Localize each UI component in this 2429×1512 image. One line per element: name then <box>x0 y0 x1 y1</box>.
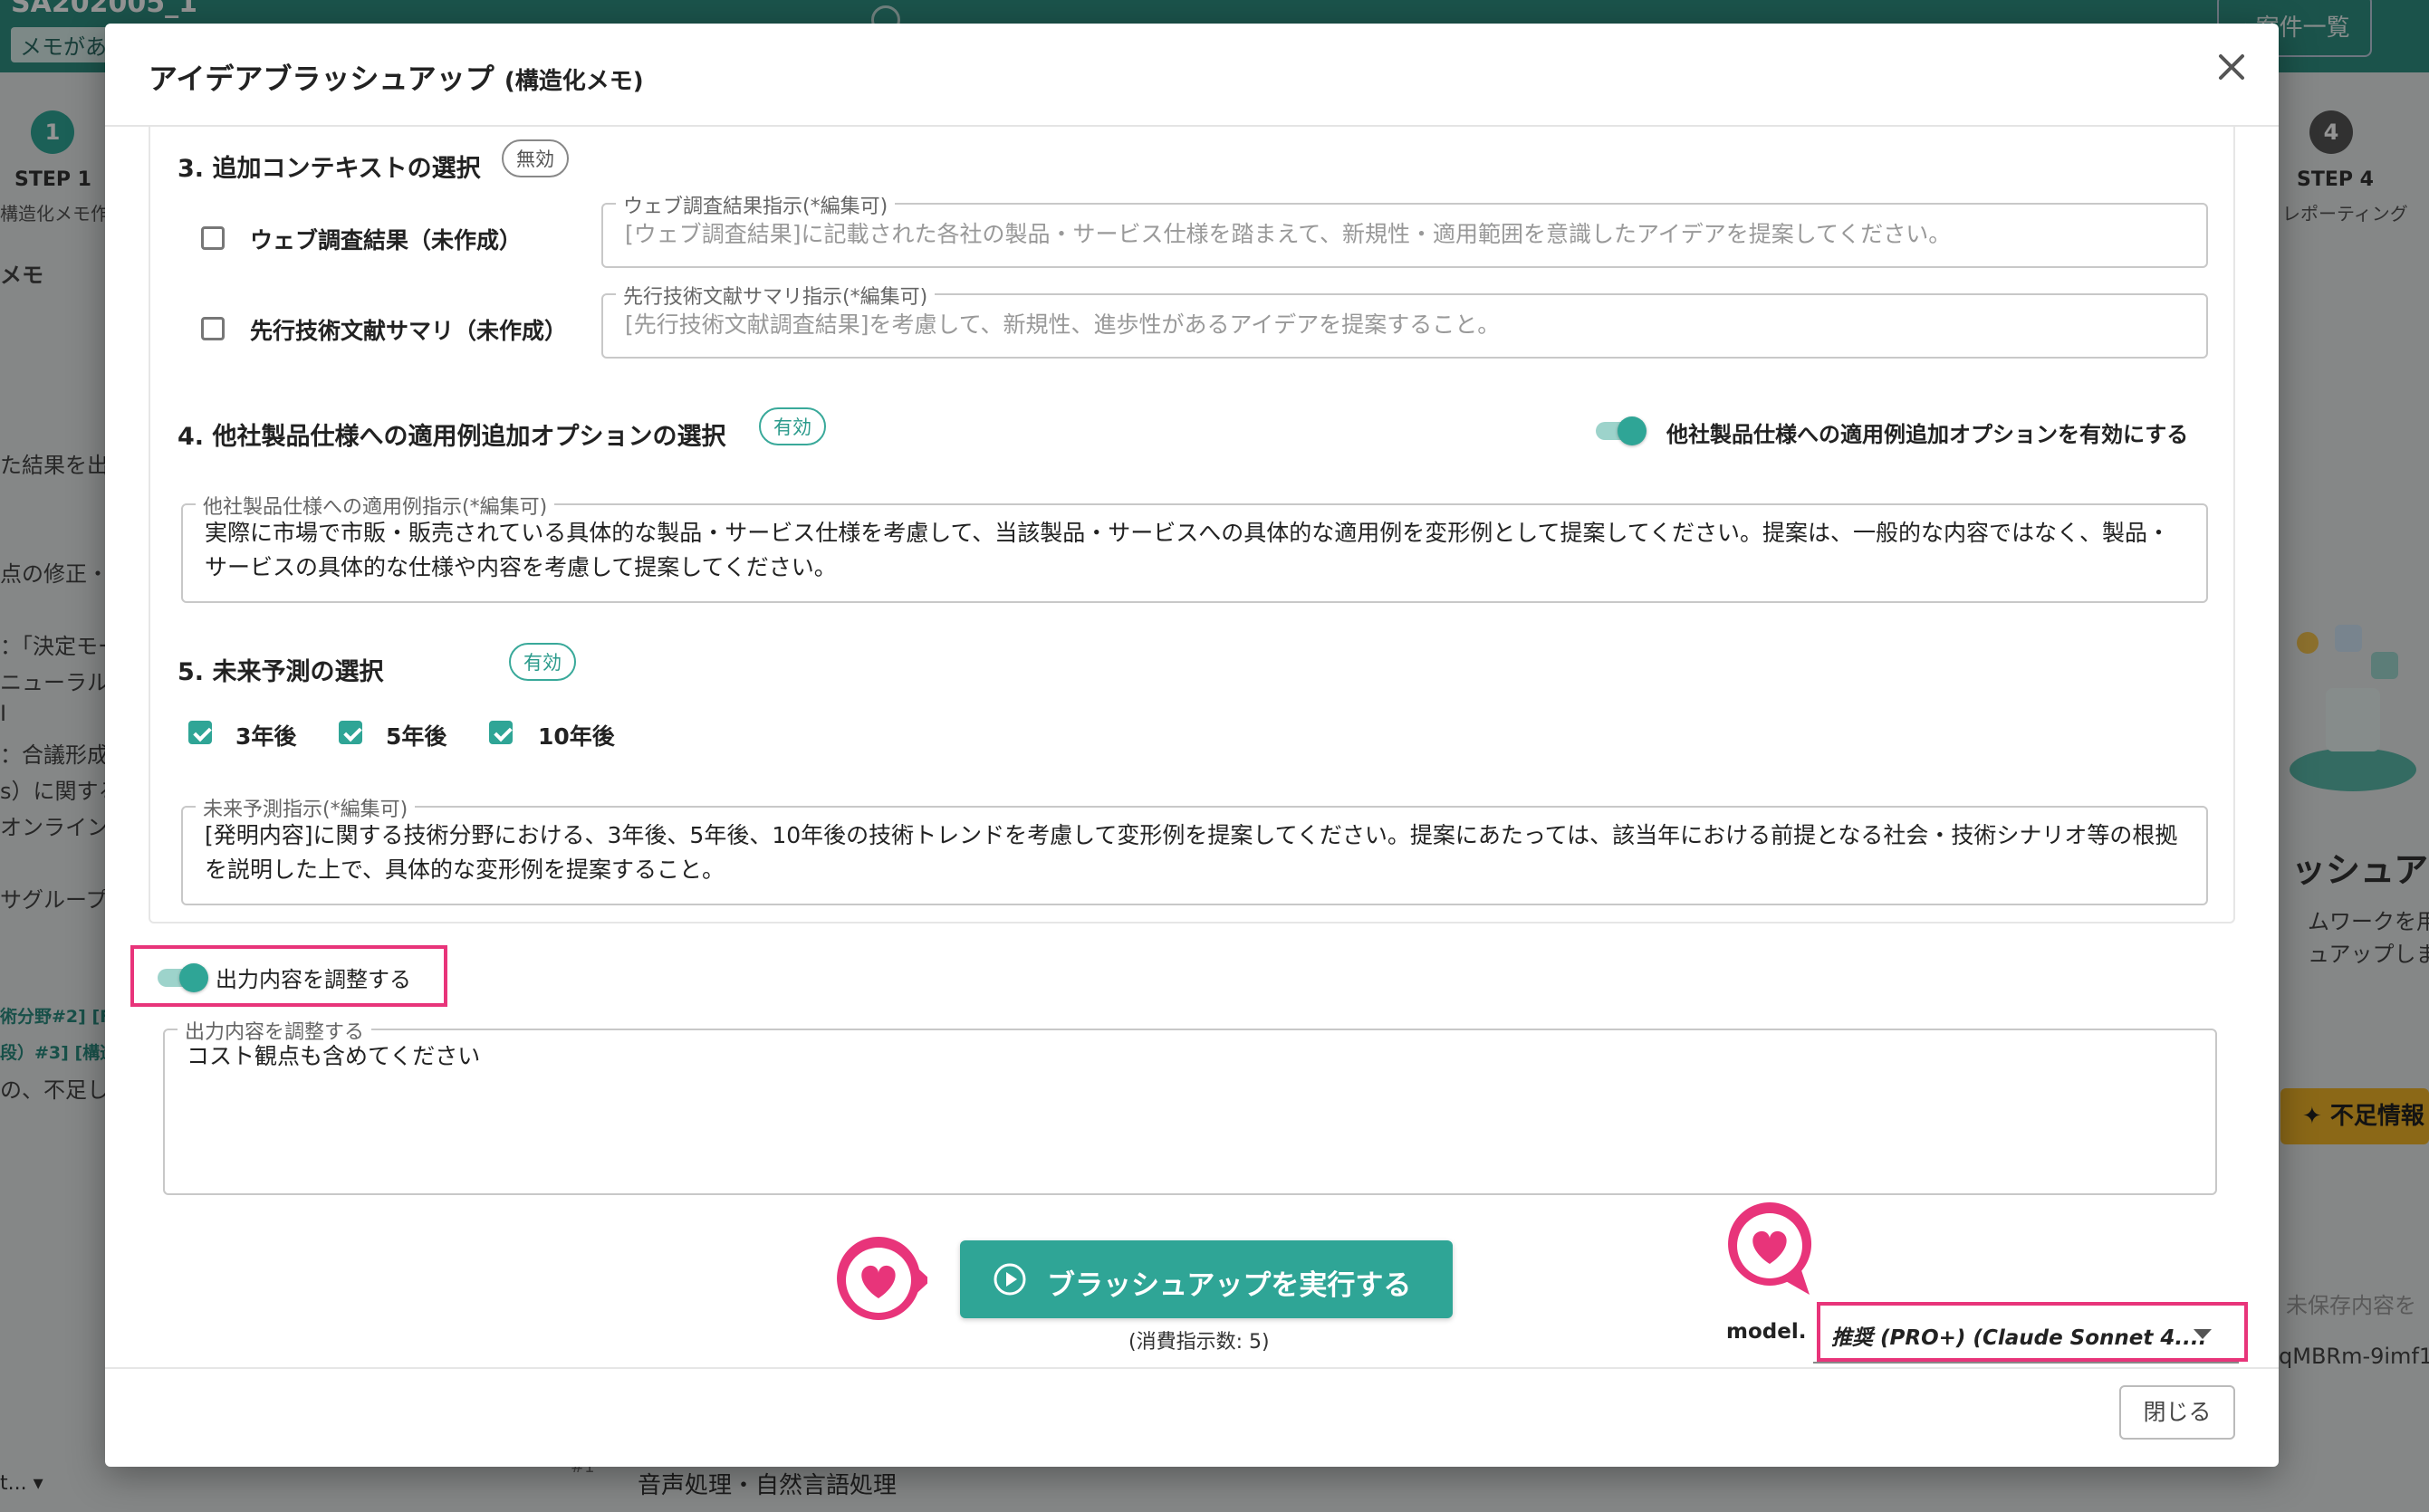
play-circle-icon <box>994 1263 1026 1296</box>
forecast-5y-checkbox[interactable] <box>339 721 362 744</box>
toggle-knob <box>179 963 208 992</box>
heart-pin-icon <box>837 1237 927 1320</box>
run-brushup-label: ブラッシュアップを実行する <box>1047 1269 1412 1302</box>
forecast-5y-label: 5年後 <box>386 723 447 750</box>
modal-header: アイデアブラッシュアップ (構造化メモ) <box>105 24 2279 127</box>
prior-art-instruction-legend: 先行技術文献サマリ指示(*編集可) <box>616 281 936 310</box>
modal-title: アイデアブラッシュアップ (構造化メモ) <box>149 56 644 98</box>
run-brushup-button[interactable]: ブラッシュアップを実行する <box>960 1240 1453 1318</box>
section5-status-badge: 有効 <box>509 643 576 681</box>
prior-art-instruction-placeholder: [先行技術文献調査結果]を考慮して、新規性、進歩性があるアイデアを提案すること。 <box>625 311 1501 338</box>
prior-art-checkbox[interactable] <box>201 317 225 340</box>
competitor-application-toggle-label: 他社製品仕様への適用例追加オプションを有効にする <box>1666 422 2189 447</box>
toggle-knob <box>1618 416 1647 445</box>
close-icon[interactable] <box>2213 49 2250 85</box>
competitor-application-toggle[interactable] <box>1592 415 1647 445</box>
web-results-checkbox[interactable] <box>201 226 225 250</box>
section4-title: 4. 他社製品仕様への適用例追加オプションの選択 <box>178 423 726 451</box>
chevron-down-icon <box>2194 1329 2212 1339</box>
prior-art-instruction-field[interactable]: 先行技術文献サマリ指示(*編集可) [先行技術文献調査結果]を考慮して、新規性、… <box>601 281 2208 359</box>
section3-title: 3. 追加コンテキストの選択 <box>178 155 481 183</box>
forecast-instruction-text: [発明内容]に関する技術分野における、3年後、5年後、10年後の技術トレンドを考… <box>205 822 2178 883</box>
web-instruction-placeholder: [ウェブ調査結果]に記載された各社の製品・サービス仕様を踏まえて、新規性・適用範… <box>625 221 1952 247</box>
model-select-value: 推奨 (PRO+) (Claude Sonnet 4.... <box>1831 1326 2207 1350</box>
web-instruction-legend: ウェブ調査結果指示(*編集可) <box>616 190 896 219</box>
web-results-label: ウェブ調査結果（未作成） <box>250 227 523 254</box>
consume-count: (消費指示数: 5) <box>1128 1331 1270 1354</box>
adjust-output-value: コスト観点も含めてください <box>187 1043 481 1069</box>
adjust-output-toggle[interactable] <box>154 962 208 992</box>
close-button[interactable]: 閉じる <box>2119 1385 2235 1440</box>
section5-title: 5. 未来予測の選択 <box>178 658 384 686</box>
heart-pin-icon <box>1728 1202 1812 1295</box>
forecast-instruction-field[interactable]: 未来予測指示(*編集可) [発明内容]に関する技術分野における、3年後、5年後、… <box>181 793 2208 905</box>
competitor-application-text: 実際に市場で市販・販売されている具体的な製品・サービス仕様を考慮して、当該製品・… <box>205 520 2171 580</box>
forecast-3y-checkbox[interactable] <box>188 721 212 744</box>
options-panel: 3. 追加コンテキストの選択 無効 ウェブ調査結果（未作成） ウェブ調査結果指示… <box>149 127 2235 923</box>
adjust-output-toggle-label: 出力内容を調整する <box>216 967 411 992</box>
model-select[interactable]: 推奨 (PRO+) (Claude Sonnet 4.... <box>1813 1307 2239 1364</box>
brushup-modal: アイデアブラッシュアップ (構造化メモ) 3. 追加コンテキストの選択 無効 ウ… <box>105 24 2279 1467</box>
modal-title-main: アイデアブラッシュアップ <box>149 62 494 96</box>
section3-status-badge: 無効 <box>502 139 569 177</box>
forecast-3y-label: 3年後 <box>235 723 297 750</box>
modal-title-suffix: (構造化メモ) <box>504 68 644 95</box>
web-instruction-field[interactable]: ウェブ調査結果指示(*編集可) [ウェブ調査結果]に記載された各社の製品・サービ… <box>601 190 2208 268</box>
model-label: model. <box>1726 1320 1807 1344</box>
footer-divider <box>105 1367 2279 1369</box>
prior-art-label: 先行技術文献サマリ（未作成） <box>250 318 568 344</box>
adjust-output-textarea[interactable]: 出力内容を調整する コスト観点も含めてください <box>163 1016 2217 1195</box>
forecast-10y-label: 10年後 <box>538 723 615 750</box>
forecast-10y-checkbox[interactable] <box>489 721 513 744</box>
competitor-application-field[interactable]: 他社製品仕様への適用例指示(*編集可) 実際に市場で市販・販売されている具体的な… <box>181 491 2208 603</box>
section4-status-badge: 有効 <box>759 407 826 445</box>
